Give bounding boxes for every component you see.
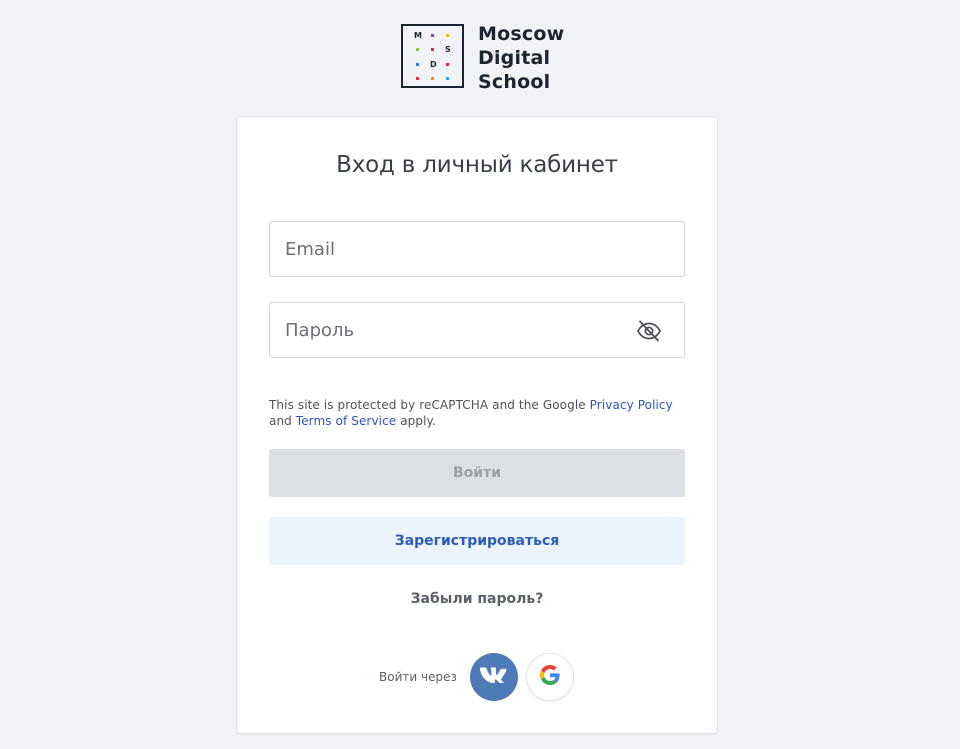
logo-text-line-2: Digital [478,47,551,69]
login-page: M S D Moscow Digital School Вход в личны… [0,0,960,749]
logo[interactable]: M S D Moscow Digital School [401,22,564,94]
vk-login-button[interactable] [470,653,518,701]
social-login-label: Войти через [379,670,457,684]
terms-of-service-link[interactable]: Terms of Service [296,414,396,428]
email-input[interactable] [285,222,625,276]
login-button[interactable]: Войти [269,449,685,497]
logo-text-line-3: School [478,71,551,93]
email-field[interactable] [269,221,685,277]
login-card: Вход в личный кабинет This site is prote… [236,116,718,734]
recaptcha-notice: This site is protected by reCAPTCHA and … [269,397,689,429]
password-field[interactable] [269,302,685,358]
google-login-button[interactable] [526,653,574,701]
forgot-password-link[interactable]: Забыли пароль? [237,591,717,607]
recaptcha-suffix: apply. [396,414,436,428]
google-icon [540,664,560,690]
register-button[interactable]: Зарегистрироваться [269,517,685,565]
recaptcha-middle: and [269,414,296,428]
logo-letter-s: S [445,45,451,54]
login-title: Вход в личный кабинет [336,152,618,178]
privacy-policy-link[interactable]: Privacy Policy [590,398,673,412]
logo-mark: M S D [401,24,464,88]
vk-icon [480,666,508,688]
eye-off-icon[interactable] [636,319,662,343]
logo-letter-d: D [430,60,437,69]
logo-text-line-1: Moscow [478,23,565,45]
logo-text: Moscow Digital School [478,22,564,94]
password-input[interactable] [285,303,625,357]
recaptcha-prefix: This site is protected by reCAPTCHA and … [269,398,590,412]
logo-letter-m: M [414,31,422,40]
